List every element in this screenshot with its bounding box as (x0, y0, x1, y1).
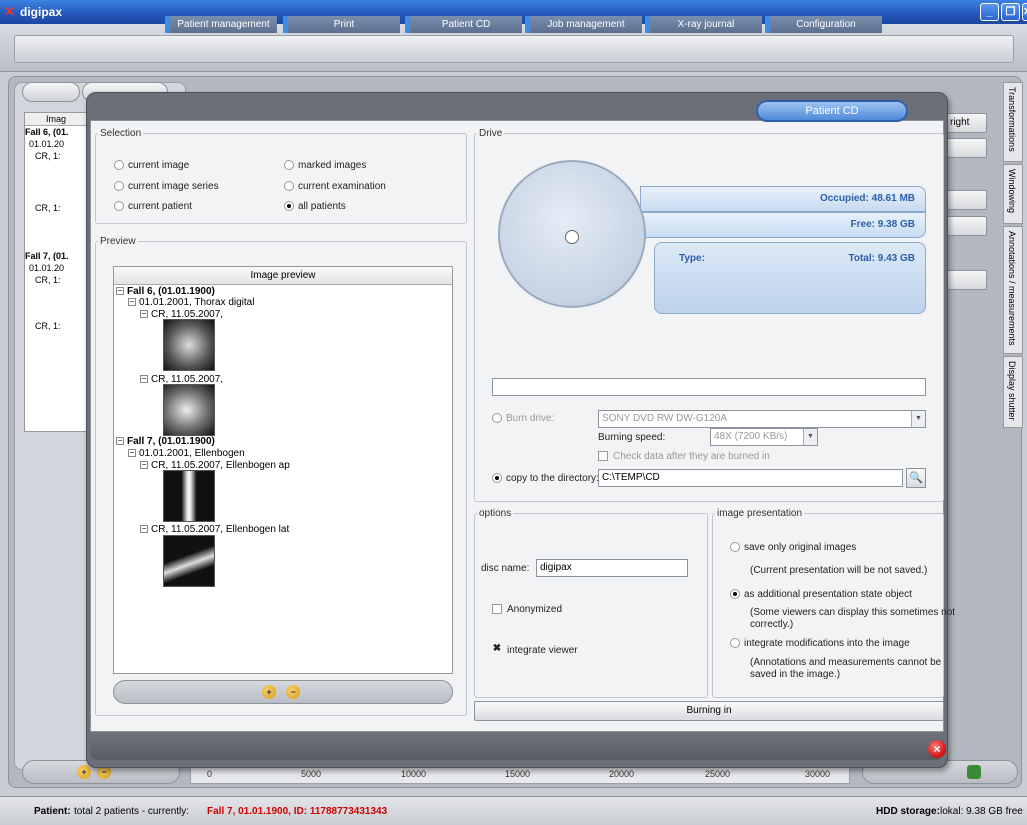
status-bar: Patient: total 2 patients - currently: F… (0, 796, 1027, 825)
radio-integrate-modifications[interactable]: integrate modifications into the image (730, 638, 910, 649)
radio-copy-to-directory[interactable]: copy to the directory: (492, 473, 599, 484)
status-patient-text: total 2 patients - currently: (74, 806, 190, 817)
tree-exam-ellenbogen[interactable]: −01.01.2001, Ellenbogen (128, 448, 245, 459)
menu-patient-cd[interactable]: Patient CD (405, 16, 522, 33)
menu-job-management[interactable]: Job management (525, 16, 642, 33)
burning-speed-label: Burning speed: (598, 432, 666, 443)
menu-x-ray-journal[interactable]: X-ray journal (645, 16, 762, 33)
radio-save-original[interactable]: save only original images (730, 542, 856, 553)
status-hdd-label: HDD storage: (876, 806, 940, 817)
tree-series[interactable]: − CR, 11.05.2007, Ellenbogen lat (140, 524, 289, 535)
browse-folder-button[interactable]: 🔍 (906, 468, 926, 488)
zoom-out-icon[interactable]: − (286, 685, 300, 699)
integrate-modifications-note-2: saved in the image.) (750, 669, 841, 680)
patient-icon-button[interactable] (22, 82, 80, 102)
disc-hub (565, 230, 579, 244)
radio-current-examination[interactable]: current examination (284, 181, 386, 192)
presentation-state-note-1: (Some viewers can display this sometimes… (750, 607, 956, 618)
status-patient-label: Patient: (34, 806, 71, 817)
occupied-bar: Occupied: 48.61 MB (640, 186, 926, 212)
folder-search-icon: 🔍 (909, 472, 923, 484)
radio-presentation-state[interactable]: as additional presentation state object (730, 589, 912, 600)
side-button[interactable] (945, 138, 987, 158)
dialog-title: Patient CD (756, 100, 908, 122)
integrate-modifications-note-1: (Annotations and measurements cannot be (750, 657, 942, 668)
xray-thumbnail[interactable] (163, 384, 215, 436)
radio-all-patients[interactable]: all patients (284, 201, 346, 212)
window-title: digipax (20, 5, 63, 19)
xray-thumbnail[interactable] (163, 535, 215, 587)
drive-info-panel: Type: Total: 9.43 GB (654, 242, 926, 314)
menu-print[interactable]: Print (283, 16, 400, 33)
maximize-button[interactable]: ❐ (1001, 3, 1020, 21)
xray-thumbnail[interactable] (163, 319, 215, 371)
burn-drive-select[interactable]: SONY DVD RW DW-G120A ▼ (598, 410, 926, 428)
side-button[interactable] (945, 270, 987, 290)
integrate-viewer-checkbox[interactable]: ✖ integrate viewer (492, 644, 578, 656)
radio-marked-images[interactable]: marked images (284, 160, 366, 171)
radio-current-image[interactable]: current image (114, 160, 189, 171)
app-logo-icon: ✕ (4, 4, 15, 19)
status-current-patient: Fall 7, 01.01.1900, ID: 11788773431343 (207, 806, 388, 817)
burning-speed-select[interactable]: 48X (7200 KB/s) ▼ (710, 428, 818, 446)
tab-windowing[interactable]: Windowing (1003, 164, 1023, 224)
image-preview-header: Image preview (114, 267, 452, 285)
side-button[interactable] (945, 216, 987, 236)
menu-strip (14, 35, 1014, 63)
tree-exam-thorax[interactable]: −01.01.2001, Thorax digital (128, 297, 254, 308)
radio-burn-drive[interactable]: Burn drive: (492, 413, 554, 424)
tab-transformations[interactable]: Transformations (1003, 82, 1023, 162)
burning-in-button[interactable]: Burning in (474, 701, 944, 721)
menu-patient-management[interactable]: Patient management (165, 16, 277, 33)
progress-field (492, 378, 926, 396)
check-data-checkbox[interactable]: Check data after they are burned in (598, 451, 770, 462)
save-original-note: (Current presentation will be not saved.… (750, 565, 928, 576)
close-dialog-button[interactable]: × (928, 740, 946, 758)
drive-total: Total: 9.43 GB (848, 253, 916, 264)
minimize-button[interactable]: _ (980, 3, 999, 21)
presentation-state-note-2: correctly.) (750, 619, 794, 630)
tab-annotations-measurements[interactable]: Annotations / measurements (1003, 226, 1023, 354)
tab-display-shutter[interactable]: Display shutter (1003, 356, 1023, 428)
dialog-footer (90, 732, 944, 760)
directory-input[interactable]: C:\TEMP\CD (598, 469, 903, 487)
tree-patient-fall-6[interactable]: − Fall 6, (01.01.1900) (116, 286, 215, 297)
options-group: options (474, 508, 708, 698)
zoom-in-icon[interactable]: + (262, 685, 276, 699)
disc-name-input[interactable]: digipax (536, 559, 688, 577)
export-icon[interactable] (967, 765, 981, 779)
zoom-in-icon[interactable]: + (77, 765, 91, 779)
free-bar: Free: 9.38 GB (640, 212, 926, 238)
menu-configuration[interactable]: Configuration (765, 16, 882, 33)
anonymized-checkbox[interactable]: Anonymized (492, 604, 562, 615)
background-patient-tree: Imag Fall 6, (01. 01.01.20 CR, 1: CR, 1:… (24, 112, 88, 432)
tree-patient-fall-7[interactable]: − Fall 7, (01.01.1900) (116, 436, 215, 447)
status-hdd-value: lokal: 9.38 GB free (940, 806, 1023, 817)
radio-current-patient[interactable]: current patient (114, 201, 192, 212)
preview-zoom-bar: + − (113, 680, 453, 704)
flip-right-button[interactable]: right (945, 113, 987, 133)
disc-name-label: disc name: (481, 563, 530, 574)
radio-current-image-series[interactable]: current image series (114, 181, 219, 192)
drive-type-label: Type: (679, 253, 705, 264)
xray-thumbnail[interactable] (163, 470, 215, 522)
side-button[interactable] (945, 190, 987, 210)
close-window-button[interactable]: ✕ (1022, 3, 1027, 21)
